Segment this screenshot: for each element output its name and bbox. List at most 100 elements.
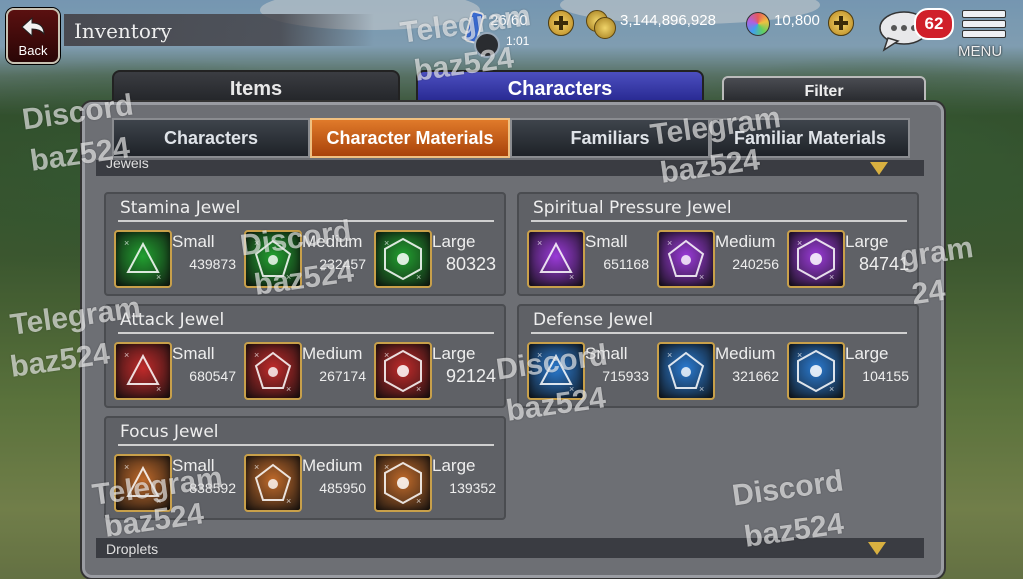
page-title: Inventory xyxy=(74,19,172,43)
jewel-count: 232457 xyxy=(319,256,366,272)
svg-text:×: × xyxy=(384,238,389,248)
svg-text:×: × xyxy=(797,238,802,248)
svg-text:×: × xyxy=(156,272,161,282)
jewel-medium-icon[interactable]: × × xyxy=(244,230,302,288)
svg-text:×: × xyxy=(797,350,802,360)
timer-icon xyxy=(474,32,500,58)
collapse-arrow-icon[interactable] xyxy=(870,162,888,175)
jewel-medium-icon[interactable]: × × xyxy=(244,454,302,512)
svg-text:×: × xyxy=(286,496,291,506)
svg-text:×: × xyxy=(667,238,672,248)
jewel-count: 485950 xyxy=(319,480,366,496)
svg-text:×: × xyxy=(124,462,129,472)
jewel-large-icon[interactable]: × × xyxy=(787,230,845,288)
jewel-count: 240256 xyxy=(732,256,779,272)
jewel-small-icon[interactable]: × × xyxy=(114,454,172,512)
jewel-size-label: Large xyxy=(845,344,889,363)
add-stamina-button[interactable] xyxy=(548,10,574,36)
jewel-card: Defense Jewel × × Small 715933 × × Medium 321662… xyxy=(517,304,919,408)
jewel-card: Focus Jewel × × Small 838592 × × Medium 485950 × ×… xyxy=(104,416,506,520)
section-title: Droplets xyxy=(106,541,159,557)
jewel-medium-icon[interactable]: × × xyxy=(657,230,715,288)
jewel-small-icon[interactable]: × × xyxy=(114,230,172,288)
svg-text:×: × xyxy=(699,272,704,282)
jewel-count: 439873 xyxy=(189,256,236,272)
subtab-familiars[interactable]: Familiars xyxy=(510,118,710,158)
jewel-count: 92124 xyxy=(445,366,496,386)
svg-text:×: × xyxy=(416,272,421,282)
stamina-timer: 1:01 xyxy=(506,34,530,48)
back-button[interactable]: Back xyxy=(6,8,60,64)
jewel-card-title: Stamina Jewel xyxy=(120,198,241,218)
menu-label: MENU xyxy=(958,43,1003,60)
spirit-orb-icon xyxy=(746,12,770,36)
jewel-large-icon[interactable]: × × xyxy=(374,454,432,512)
svg-text:×: × xyxy=(124,238,129,248)
svg-text:×: × xyxy=(254,462,259,472)
svg-text:×: × xyxy=(569,384,574,394)
svg-text:×: × xyxy=(384,462,389,472)
menu-icon-bar xyxy=(962,10,1006,18)
jewel-card: Spiritual Pressure Jewel × × Small 651168 × × M… xyxy=(517,192,919,296)
section-header-droplets[interactable]: Droplets xyxy=(96,538,924,558)
svg-text:×: × xyxy=(254,238,259,248)
jewel-count: 80323 xyxy=(445,254,496,274)
jewel-count: 838592 xyxy=(189,480,236,496)
jewel-size-label: Large xyxy=(432,232,476,251)
add-gems-button[interactable] xyxy=(828,10,854,36)
divider xyxy=(118,444,494,446)
jewel-small-icon[interactable]: × × xyxy=(114,342,172,400)
jewel-card: Attack Jewel × × Small 680547 × × Medium 267174 ×… xyxy=(104,304,506,408)
jewel-size-label: Medium xyxy=(302,344,363,363)
jewel-count: 651168 xyxy=(603,256,649,272)
jewel-card-title: Attack Jewel xyxy=(120,310,225,330)
jewel-size-label: Medium xyxy=(715,344,776,363)
svg-text:×: × xyxy=(286,272,291,282)
svg-text:×: × xyxy=(124,350,129,360)
gold-coin-icon xyxy=(594,17,616,39)
svg-text:×: × xyxy=(537,350,542,360)
jewel-small-icon[interactable]: × × xyxy=(527,230,585,288)
gold-amount: 3,144,896,928 xyxy=(620,12,716,29)
svg-text:×: × xyxy=(384,350,389,360)
jewel-large-icon[interactable]: × × xyxy=(374,342,432,400)
back-label: Back xyxy=(18,43,48,58)
jewel-size-label: Medium xyxy=(302,232,363,251)
jewel-large-icon[interactable]: × × xyxy=(787,342,845,400)
expand-arrow-icon[interactable] xyxy=(868,542,886,555)
back-arrow-icon xyxy=(21,16,45,38)
jewel-medium-icon[interactable]: × × xyxy=(657,342,715,400)
svg-text:×: × xyxy=(667,350,672,360)
jewel-size-label: Large xyxy=(432,344,476,363)
divider xyxy=(118,220,494,222)
jewel-count: 104155 xyxy=(862,368,909,384)
divider xyxy=(118,332,494,334)
divider xyxy=(531,220,907,222)
menu-button[interactable]: MENU xyxy=(956,8,1012,60)
jewel-medium-icon[interactable]: × × xyxy=(244,342,302,400)
subtab-characters[interactable]: Characters xyxy=(112,118,310,158)
jewel-count: 139352 xyxy=(449,480,496,496)
svg-text:×: × xyxy=(156,496,161,506)
jewel-size-label: Medium xyxy=(302,456,363,475)
jewel-count: 321662 xyxy=(732,368,779,384)
jewel-card: Stamina Jewel × × Small 439873 × × Medium 232457… xyxy=(104,192,506,296)
svg-text:×: × xyxy=(829,272,834,282)
jewel-size-label: Small xyxy=(585,232,628,251)
subtab-character-materials[interactable]: Character Materials xyxy=(310,118,510,158)
svg-text:×: × xyxy=(537,238,542,248)
gem-amount: 10,800 xyxy=(774,12,820,29)
jewel-card-title: Focus Jewel xyxy=(120,422,219,442)
jewel-small-icon[interactable]: × × xyxy=(527,342,585,400)
stamina-value: 26/60 xyxy=(490,12,528,29)
jewel-large-icon[interactable]: × × xyxy=(374,230,432,288)
svg-text:×: × xyxy=(416,496,421,506)
svg-text:×: × xyxy=(699,384,704,394)
menu-icon-bar xyxy=(962,30,1006,38)
jewel-card-title: Defense Jewel xyxy=(533,310,654,330)
section-header-jewels[interactable]: Jewels xyxy=(96,160,924,176)
jewel-card-title: Spiritual Pressure Jewel xyxy=(533,198,732,218)
subtab-familiar-materials[interactable]: Familiar Materials xyxy=(710,118,910,158)
jewel-size-label: Medium xyxy=(715,232,776,251)
message-count-badge: 62 xyxy=(914,8,954,40)
